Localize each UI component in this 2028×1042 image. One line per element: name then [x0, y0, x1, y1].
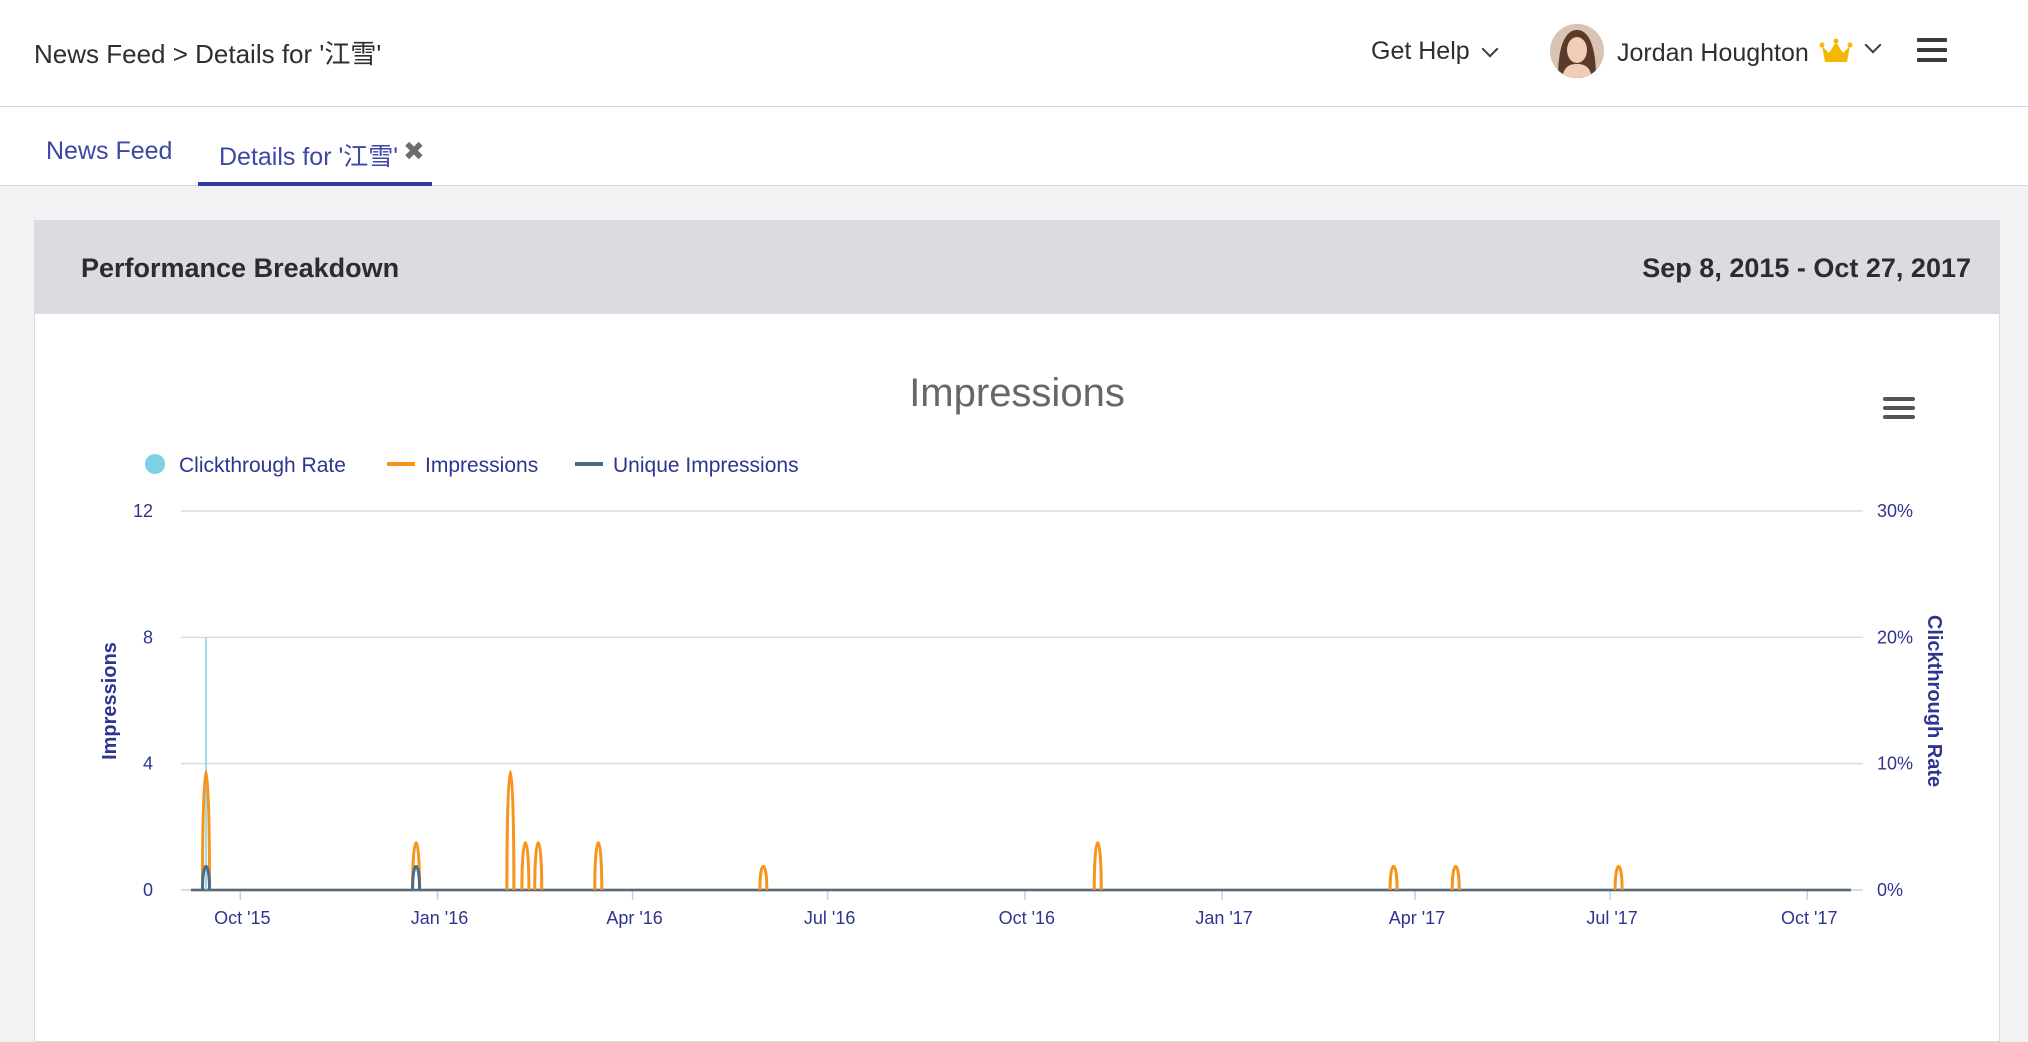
legend-item-impressions[interactable]: Impressions — [387, 454, 538, 477]
active-tab-indicator — [198, 182, 432, 186]
y-tick-label: 0 — [143, 880, 153, 900]
main-menu-icon[interactable] — [1917, 38, 1947, 64]
get-help-menu[interactable]: Get Help — [1371, 37, 1499, 66]
breadcrumb: News Feed > Details for '江雪' — [34, 39, 382, 69]
user-menu-chevron-icon[interactable] — [1864, 36, 1882, 54]
y2-tick-label: 20% — [1877, 627, 1913, 647]
legend[interactable]: Clickthrough Rate Impressions Unique Imp… — [145, 454, 799, 477]
y-tick-label: 8 — [143, 627, 153, 647]
y-tick-label: 12 — [133, 501, 153, 521]
y2-tick-label: 10% — [1877, 754, 1913, 774]
legend-label-clickthrough-rate: Clickthrough Rate — [179, 454, 346, 477]
y2-axis-title: Clickthrough Rate — [1923, 615, 1945, 787]
crown-icon — [1819, 38, 1853, 62]
x-tick-label: Apr '17 — [1389, 908, 1445, 928]
series-spike-impressions[interactable] — [593, 841, 604, 891]
x-tick-label: Jan '17 — [1195, 908, 1252, 928]
y-axis-title: Impressions — [99, 642, 121, 760]
series-spike-impressions[interactable] — [1092, 841, 1103, 891]
chart-grid — [181, 510, 1863, 891]
y-tick-label: 4 — [143, 754, 153, 774]
series-spike-impressions[interactable] — [758, 865, 769, 891]
series-spike-unique-impressions[interactable] — [411, 865, 422, 891]
x-tick-label: Apr '16 — [606, 908, 662, 928]
series-spike-impressions[interactable] — [533, 841, 544, 891]
top-bar: News Feed > Details for '江雪' Get Help Jo… — [0, 0, 2028, 107]
user-name[interactable]: Jordan Houghton — [1617, 39, 1809, 68]
x-tick-label: Oct '15 — [214, 908, 270, 928]
series-spike-impressions[interactable] — [1388, 865, 1399, 891]
tab-details[interactable]: Details for '江雪' — [219, 137, 398, 173]
y-axis-ticks: 0 4 8 12 — [133, 501, 153, 900]
legend-label-unique-impressions: Unique Impressions — [613, 454, 799, 477]
x-tick-label: Jul '17 — [1586, 908, 1637, 928]
legend-label-impressions: Impressions — [425, 454, 538, 477]
avatar[interactable] — [1550, 24, 1604, 78]
x-tick-label: Jan '16 — [411, 908, 468, 928]
x-tick-label: Oct '16 — [999, 908, 1055, 928]
chevron-down-icon — [1481, 40, 1499, 57]
y2-tick-label: 0% — [1877, 880, 1903, 900]
x-tick-label: Oct '17 — [1781, 908, 1837, 928]
impressions-chart: Clickthrough Rate Impressions Unique Imp… — [99, 454, 1945, 928]
close-tab-icon[interactable]: ✖ — [403, 136, 425, 167]
get-help-label: Get Help — [1371, 37, 1470, 65]
series-spike-impressions[interactable] — [505, 770, 516, 891]
legend-item-clickthrough-rate[interactable]: Clickthrough Rate — [145, 454, 346, 477]
series-spike-impressions[interactable] — [1613, 865, 1624, 891]
x-axis-ticks: Oct '15 Jan '16 Apr '16 Jul '16 Oct '16 Jan '… — [214, 890, 1838, 928]
legend-marker-clickthrough-rate — [145, 454, 165, 474]
tab-bar: News Feed Details for '江雪' ✖ — [0, 107, 2028, 186]
performance-card: Performance Breakdown Sep 8, 2015 - Oct … — [34, 220, 2000, 1042]
legend-item-unique-impressions[interactable]: Unique Impressions — [575, 454, 799, 477]
series-spike-impressions[interactable] — [520, 841, 531, 891]
tab-news-feed[interactable]: News Feed — [46, 137, 172, 166]
y2-tick-label: 30% — [1877, 501, 1913, 521]
y2-axis-ticks: 0% 10% 20% 30% — [1877, 501, 1913, 900]
x-tick-label: Jul '16 — [804, 908, 855, 928]
series-spike-impressions[interactable] — [1450, 865, 1461, 891]
